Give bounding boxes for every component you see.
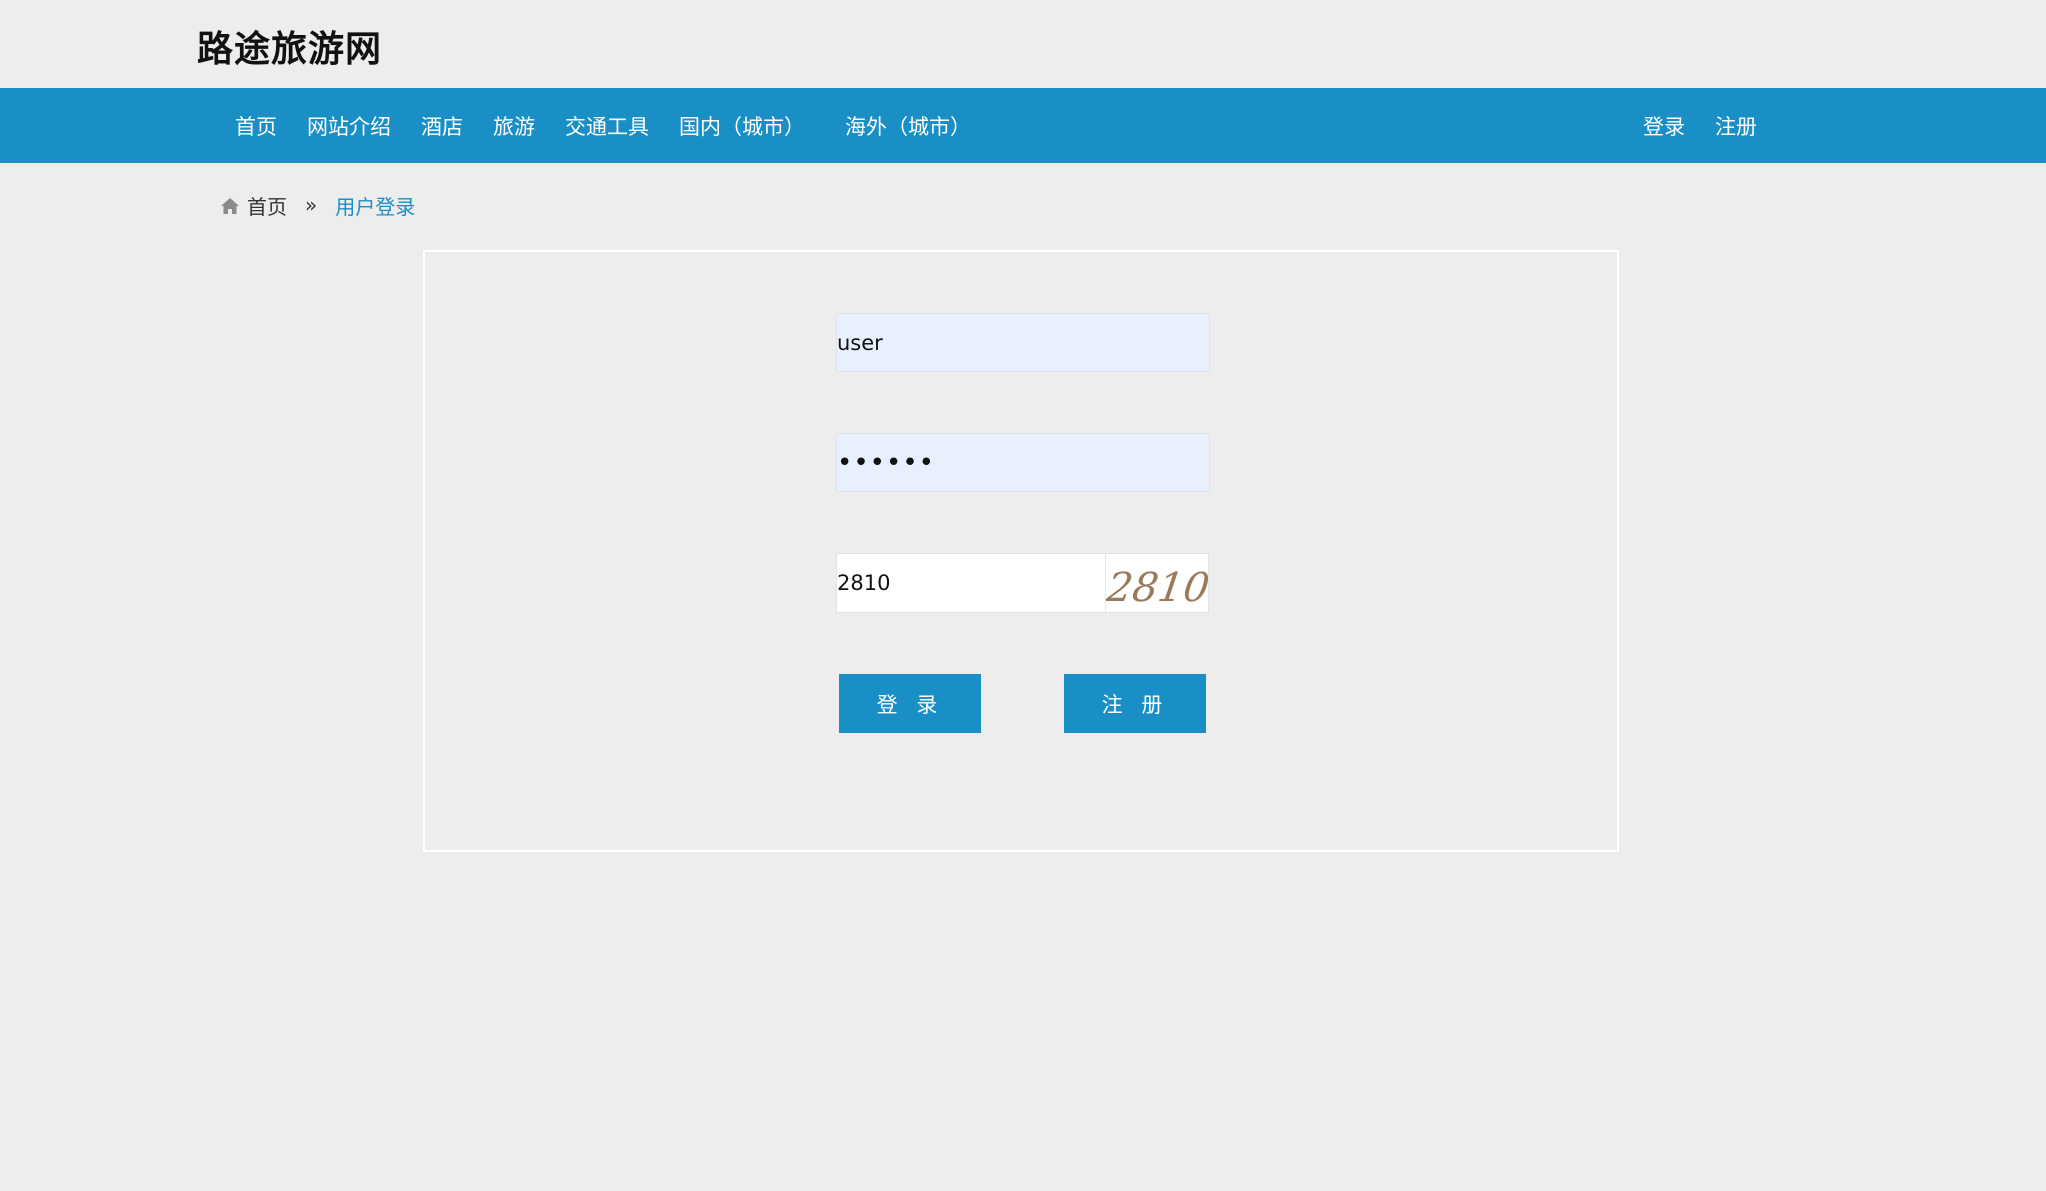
home-icon [220,196,240,214]
nav-item-travel[interactable]: 旅游 [493,111,535,141]
username-input[interactable] [836,313,1210,372]
captcha-image-text: 2810 [1106,565,1208,611]
site-header: 路途旅游网 [0,0,2046,88]
nav-item-about[interactable]: 网站介绍 [307,111,391,141]
nav-register-link[interactable]: 注册 [1715,111,1757,141]
captcha-group: 2810 [836,553,1209,613]
breadcrumb-separator: » [305,193,318,217]
nav-item-overseas-cities[interactable]: 海外（城市） [845,111,971,141]
register-button[interactable]: 注 册 [1064,674,1206,733]
breadcrumb-current: 用户登录 [335,194,416,219]
nav-login-link[interactable]: 登录 [1643,111,1685,141]
captcha-image[interactable]: 2810 [1106,554,1208,612]
captcha-input[interactable] [837,554,1106,612]
nav-item-home[interactable]: 首页 [235,111,277,141]
nav-item-transport[interactable]: 交通工具 [565,111,649,141]
breadcrumb: 首页 » 用户登录 [220,190,415,220]
nav-account-links: 登录 注册 [1643,88,1787,163]
nav-list: 首页 网站介绍 酒店 旅游 交通工具 国内（城市） 海外（城市） [235,88,1001,163]
login-button[interactable]: 登 录 [839,674,981,733]
nav-item-hotel[interactable]: 酒店 [421,111,463,141]
breadcrumb-home[interactable]: 首页 [247,191,287,220]
nav-item-domestic-cities[interactable]: 国内（城市） [679,111,805,141]
password-input[interactable] [836,433,1210,492]
site-title[interactable]: 路途旅游网 [197,20,382,72]
main-nav: 首页 网站介绍 酒店 旅游 交通工具 国内（城市） 海外（城市） 登录 注册 [0,88,2046,163]
